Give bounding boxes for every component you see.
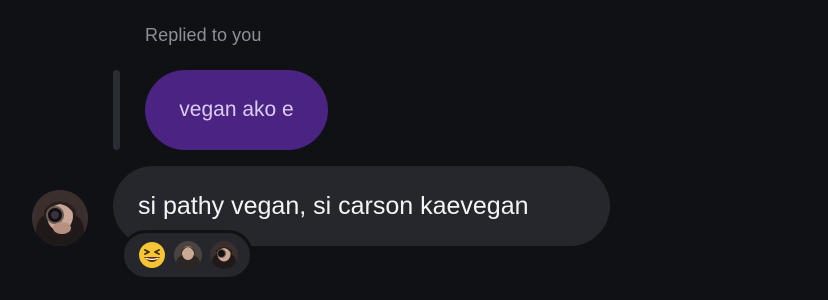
reactor-avatar-icon <box>174 241 202 269</box>
reactions-pill[interactable] <box>121 230 253 280</box>
reactor-avatar-icon <box>210 241 238 269</box>
reactor-avatar <box>210 241 238 269</box>
replied-to-you-label: Replied to you <box>145 25 262 45</box>
quoted-message-bubble[interactable]: vegan ako e <box>145 70 328 150</box>
chat-thread: Replied to you vegan ako e si pathy vega… <box>0 0 828 300</box>
grinning-squinting-face-icon <box>139 242 165 268</box>
message-text: si pathy vegan, si carson kaevegan <box>138 191 529 220</box>
avatar-photo-icon <box>32 190 88 246</box>
reply-indicator-bar <box>113 70 120 150</box>
reactor-avatar <box>174 241 202 269</box>
sender-avatar[interactable] <box>32 190 88 246</box>
quoted-message-text: vegan ako e <box>179 98 294 121</box>
